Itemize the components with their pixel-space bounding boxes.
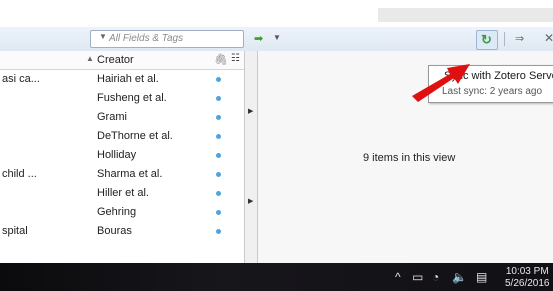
collapse-right-icon[interactable]: ▶ — [248, 107, 253, 115]
items-count-label: 9 items in this view — [363, 152, 456, 164]
row-creator: Hairiah et al. — [97, 73, 159, 85]
table-row[interactable]: DeThorne et al. — [0, 127, 240, 146]
title-bar-region — [378, 8, 553, 22]
volume-icon[interactable]: 🔈 — [452, 270, 467, 284]
attachment-dot-icon[interactable] — [216, 191, 221, 196]
attachment-dot-icon[interactable] — [216, 77, 221, 82]
search-input[interactable]: ▼ All Fields & Tags — [90, 30, 244, 48]
sync-icon: ↻ — [481, 32, 492, 47]
column-picker-icon[interactable]: ☷ — [231, 53, 240, 64]
table-row[interactable]: Gehring — [0, 203, 240, 222]
clock-date: 5/26/2016 — [505, 278, 550, 289]
row-creator: Hiller et al. — [97, 187, 149, 199]
red-arrow-annotation — [412, 64, 470, 102]
row-creator: Fusheng et al. — [97, 92, 167, 104]
attachment-dot-icon[interactable] — [216, 115, 221, 120]
column-header[interactable]: ▲ Creator 🖇 ☷ — [0, 51, 244, 70]
row-creator: Grami — [97, 111, 127, 123]
attachment-dot-icon[interactable] — [216, 153, 221, 158]
collapse-right-icon[interactable]: ▶ — [248, 197, 253, 205]
locate-dropdown-icon[interactable]: ▼ — [273, 33, 281, 42]
show-hidden-icons-icon[interactable]: ^ — [395, 270, 401, 284]
attachment-dot-icon[interactable] — [216, 134, 221, 139]
attachment-dot-icon[interactable] — [216, 229, 221, 234]
fullscreen-icon[interactable]: ⇒ — [515, 32, 524, 45]
pane-splitter[interactable]: ▶ ▶ — [244, 51, 258, 263]
attachment-dot-icon[interactable] — [216, 172, 221, 177]
toolbar-separator — [504, 32, 505, 46]
attachment-dot-icon[interactable] — [216, 210, 221, 215]
sort-ascending-icon: ▲ — [86, 54, 94, 63]
attachment-dot-icon[interactable] — [216, 96, 221, 101]
table-row[interactable]: Hiller et al. — [0, 184, 240, 203]
row-title: asi ca... — [2, 73, 40, 85]
row-creator: Sharma et al. — [97, 168, 163, 180]
search-placeholder: All Fields & Tags — [109, 33, 184, 44]
table-row[interactable]: Holliday — [0, 146, 240, 165]
windows-taskbar: ^ ▭ ◔ 🔈 ▤ 10:03 PM 5/26/2016 — [0, 263, 553, 291]
action-center-icon[interactable]: ▤ — [476, 270, 487, 284]
search-mode-dropdown-icon[interactable]: ▼ — [99, 32, 107, 41]
wifi-icon[interactable]: ◔ — [432, 270, 439, 284]
row-title: spital — [2, 225, 28, 237]
table-row[interactable]: spital Bouras — [0, 222, 240, 241]
battery-icon[interactable]: ▭ — [412, 270, 423, 284]
row-creator: Gehring — [97, 206, 137, 218]
creator-column-header[interactable]: Creator — [97, 54, 134, 66]
row-creator: Holliday — [97, 149, 137, 161]
table-row[interactable]: Fusheng et al. — [0, 89, 240, 108]
attachment-column-icon[interactable]: 🖇 — [214, 53, 228, 66]
row-title: child ... — [2, 168, 37, 180]
window-top-strip — [0, 0, 553, 27]
table-row[interactable]: asi ca... Hairiah et al. — [0, 70, 240, 89]
clock-time: 10:03 PM — [505, 266, 549, 277]
items-pane: ▲ Creator 🖇 ☷ asi ca... Hairiah et al. F… — [0, 51, 244, 263]
system-clock[interactable]: 10:03 PM 5/26/2016 — [505, 266, 550, 290]
sync-button[interactable]: ↻ — [476, 30, 498, 50]
close-icon[interactable]: ✕ — [544, 31, 553, 45]
row-creator: Bouras — [97, 225, 132, 237]
row-creator: DeThorne et al. — [97, 130, 173, 142]
locate-arrow-icon[interactable]: ➡ — [254, 32, 263, 45]
table-row[interactable]: child ... Sharma et al. — [0, 165, 240, 184]
table-row[interactable]: Grami — [0, 108, 240, 127]
zotero-toolbar: ▼ All Fields & Tags ➡ ▼ ↻ ⇒ ✕ — [0, 27, 553, 52]
